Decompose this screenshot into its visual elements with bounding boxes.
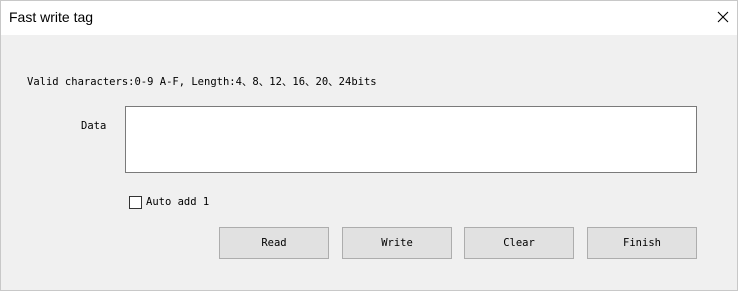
auto-add-label[interactable]: Auto add 1 [146, 196, 209, 208]
close-icon [717, 11, 729, 23]
valid-characters-info: Valid characters:0-9 A-F, Length:4、8、12、… [27, 76, 377, 88]
data-label: Data [81, 120, 107, 132]
finish-button[interactable]: Finish [587, 227, 697, 259]
read-button[interactable]: Read [219, 227, 329, 259]
clear-button[interactable]: Clear [464, 227, 574, 259]
fast-write-tag-dialog: Fast write tag Valid characters:0-9 A-F,… [0, 0, 738, 291]
window-title: Fast write tag [9, 9, 94, 25]
data-input[interactable] [125, 106, 697, 173]
title-bar: Fast write tag [1, 1, 737, 35]
auto-add-checkbox[interactable]: Auto add 1 [129, 194, 209, 210]
close-button[interactable] [711, 5, 735, 29]
checkbox-box[interactable] [129, 195, 142, 209]
write-button[interactable]: Write [342, 227, 452, 259]
